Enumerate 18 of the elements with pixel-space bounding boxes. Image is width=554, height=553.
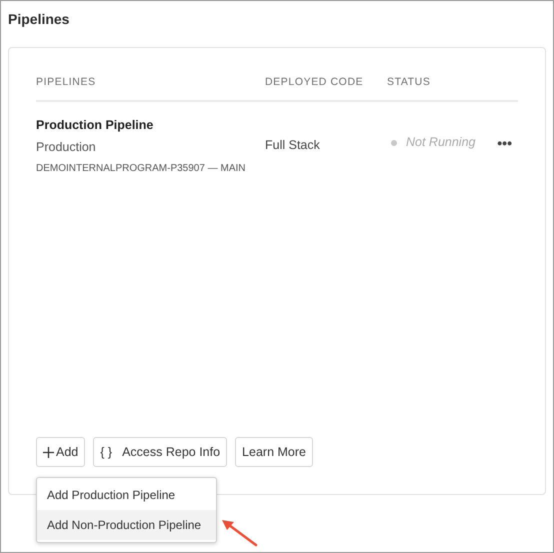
status-text: Not Running [406, 134, 476, 152]
plus-icon [43, 446, 54, 458]
deployed-code: Full Stack [265, 136, 321, 154]
column-header: STATUS [387, 75, 518, 102]
action-button[interactable]: { } Access Repo Info [93, 437, 228, 467]
menu-item[interactable]: Add Production Pipeline [37, 480, 216, 510]
column-header: PIPELINES [36, 75, 265, 102]
action-button[interactable]: Add [36, 437, 86, 467]
pipeline-type: Production [36, 138, 97, 156]
braces-icon: { } [100, 442, 112, 462]
menu-item[interactable]: Add Non-Production Pipeline [37, 510, 216, 540]
action-button[interactable]: Learn More [235, 437, 313, 467]
column-header: DEPLOYED CODE [265, 75, 387, 102]
more-button[interactable]: ••• [497, 136, 512, 150]
pipeline-name: Production Pipeline [36, 116, 154, 134]
arrow-annotation [222, 520, 258, 546]
section-title: Pipelines [8, 11, 70, 28]
repository-branch: DEMOINTERNALPROGRAM-P35907 — MAIN [36, 162, 246, 176]
